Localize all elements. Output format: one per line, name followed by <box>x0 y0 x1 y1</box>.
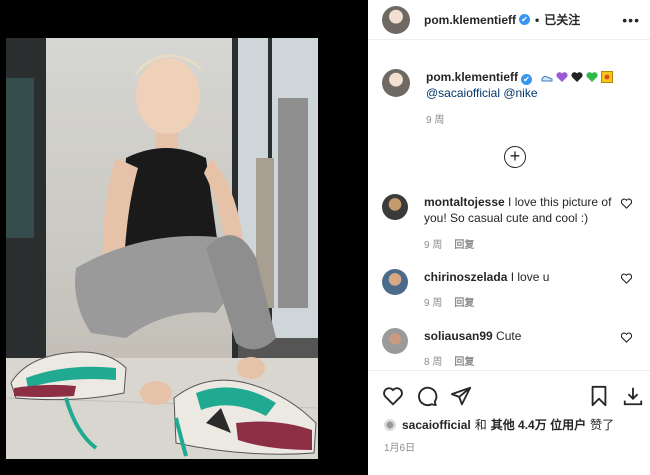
post-header: pom.klementieff ✔ • 已关注 ••• <box>368 0 650 40</box>
shoe-icon <box>541 75 553 82</box>
author-avatar[interactable] <box>382 5 410 34</box>
post-media-area <box>0 0 368 475</box>
caption-mentions[interactable]: @sacaiofficial @nike <box>426 85 613 101</box>
photo-illustration <box>6 38 318 459</box>
caption: pom.klementieff ✔ @sacaiofficial @nike 9 … <box>382 69 644 129</box>
comment-icon[interactable] <box>416 385 438 407</box>
post-side-panel: pom.klementieff ✔ • 已关注 ••• pom.klementi… <box>368 0 650 475</box>
window-glass-left <box>6 78 34 238</box>
share-icon[interactable] <box>450 385 472 407</box>
download-icon[interactable] <box>622 385 644 407</box>
face <box>136 58 200 134</box>
comment-text: I love u <box>510 270 550 284</box>
comment-time: 9 周 <box>424 298 443 309</box>
post-actions-section: sacaiofficial 和 其他 4.4万 位用户 赞了 1月6日 <box>368 370 650 475</box>
separator-dot: • <box>535 12 540 27</box>
likes-suffix: 赞了 <box>590 418 615 432</box>
reply-button[interactable]: 回复 <box>454 357 474 368</box>
caption-time[interactable]: 9 周 <box>426 113 613 129</box>
bookmark-icon[interactable] <box>588 385 610 407</box>
comment-username[interactable]: soliausan99 <box>424 329 493 343</box>
like-heart-icon[interactable] <box>382 385 404 407</box>
commenter-avatar[interactable] <box>382 328 408 354</box>
following-button[interactable]: 已关注 <box>544 11 580 28</box>
liker-avatar <box>384 418 396 431</box>
load-more-comments-icon[interactable]: + <box>504 146 526 168</box>
liker-username[interactable]: sacaiofficial <box>402 418 471 432</box>
likes-joiner: 和 <box>474 418 487 432</box>
post-date[interactable]: 1月6日 <box>384 439 415 454</box>
building-2 <box>278 98 308 308</box>
reply-button[interactable]: 回复 <box>454 298 474 309</box>
likes-summary: sacaiofficial 和 其他 4.4万 位用户 赞了 <box>384 416 614 433</box>
reply-button[interactable]: 回复 <box>454 240 474 251</box>
comment-username[interactable]: montaltojesse <box>424 195 505 209</box>
commenter-avatar[interactable] <box>382 194 408 220</box>
yellow-square-icon <box>601 71 614 83</box>
author-username[interactable]: pom.klementieff <box>424 13 516 27</box>
caption-avatar[interactable] <box>382 69 410 97</box>
comment-time: 8 周 <box>424 357 443 368</box>
comment-time: 9 周 <box>424 240 443 251</box>
comment-item: chirinoszelada I love u 9 周回复 <box>382 269 644 312</box>
purple-heart-icon <box>556 72 568 82</box>
comment-item: soliausan99 Cute 8 周回复 <box>382 328 644 371</box>
caption-username[interactable]: pom.klementieff <box>426 70 518 84</box>
post-photo[interactable] <box>6 38 318 459</box>
comment-username[interactable]: chirinoszelada <box>424 270 507 284</box>
likes-count-link[interactable]: 其他 4.4万 位用户 <box>491 416 586 433</box>
verified-badge-icon: ✔ <box>521 74 533 85</box>
like-comment-heart-icon[interactable] <box>621 332 632 343</box>
comment-text: Cute <box>496 329 522 343</box>
more-options-icon[interactable]: ••• <box>622 12 640 28</box>
like-comment-heart-icon[interactable] <box>621 198 632 209</box>
comment-item: montaltojesse I love this picture of you… <box>382 194 644 254</box>
caption-emojis <box>541 71 614 83</box>
verified-badge-icon: ✔ <box>519 14 531 25</box>
commenter-avatar[interactable] <box>382 269 408 295</box>
green-heart-icon <box>586 72 598 82</box>
like-comment-heart-icon[interactable] <box>621 273 632 284</box>
black-heart-icon <box>571 72 583 82</box>
